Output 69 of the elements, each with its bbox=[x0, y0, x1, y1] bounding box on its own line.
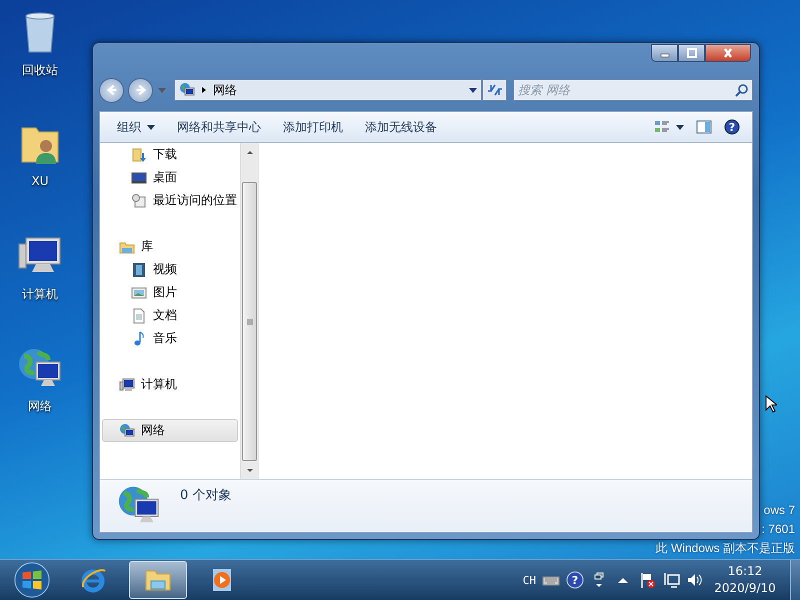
desktop-icon bbox=[131, 170, 147, 186]
forward-arrow-icon bbox=[134, 83, 148, 97]
activation-notice-text: ows 7 bbox=[764, 502, 795, 519]
refresh-button[interactable] bbox=[482, 79, 507, 101]
help-icon[interactable]: ? bbox=[566, 571, 584, 589]
nav-item[interactable]: 下载 bbox=[102, 143, 238, 166]
icon-label[interactable]: 网络 bbox=[28, 398, 52, 415]
icon-label[interactable]: 计算机 bbox=[22, 286, 58, 303]
address-path: 网络 bbox=[213, 82, 238, 98]
toolbar-button[interactable]: 添加无线设备 bbox=[356, 116, 446, 138]
back-arrow-icon bbox=[104, 83, 118, 97]
refresh-icon bbox=[486, 82, 502, 98]
nav-item[interactable]: 桌面 bbox=[102, 166, 238, 189]
language-indicator[interactable]: CH bbox=[522, 574, 536, 586]
taskbar-app[interactable] bbox=[129, 561, 187, 599]
nav-item[interactable]: 最近访问的位置 bbox=[102, 189, 238, 212]
nav-item[interactable]: 库 bbox=[102, 235, 238, 258]
close-icon bbox=[722, 48, 734, 58]
scrollbar[interactable] bbox=[240, 143, 258, 479]
toolbar-button[interactable]: 组织 bbox=[108, 116, 164, 138]
recent-places-icon bbox=[131, 192, 147, 208]
activation-notice-text: : 7601 bbox=[762, 521, 795, 538]
maximize-icon bbox=[686, 48, 698, 58]
minimize-button[interactable] bbox=[651, 44, 678, 62]
nav-item[interactable]: 音乐 bbox=[102, 327, 238, 350]
computer-icon bbox=[119, 376, 135, 392]
close-button[interactable] bbox=[705, 44, 751, 62]
icon-label[interactable]: XU bbox=[31, 174, 48, 188]
icon-label[interactable]: 回收站 bbox=[22, 62, 58, 79]
caret-icon bbox=[676, 124, 684, 130]
document-icon bbox=[131, 308, 147, 324]
clock-time: 16:12 bbox=[728, 563, 762, 580]
toolbar-button[interactable]: 网络和共享中心 bbox=[168, 116, 270, 138]
scroll-down-arrow-icon bbox=[246, 468, 254, 474]
grip-icon bbox=[246, 318, 252, 324]
back-button[interactable] bbox=[99, 78, 124, 102]
maximize-button[interactable] bbox=[678, 44, 705, 62]
nav-item[interactable]: 计算机 bbox=[102, 373, 238, 396]
show-desktop-button[interactable] bbox=[790, 560, 800, 600]
scroll-up-arrow-icon bbox=[246, 148, 254, 154]
globe-monitor-icon bbox=[119, 422, 135, 438]
folder-download-icon bbox=[131, 146, 147, 162]
film-icon bbox=[131, 262, 147, 278]
help-button[interactable]: ? bbox=[720, 117, 744, 137]
address-bar[interactable]: 网络 bbox=[174, 79, 482, 101]
activation-notice-text: 此 Windows 副本不是正版 bbox=[656, 540, 795, 557]
nav-item[interactable]: 图片 bbox=[102, 281, 238, 304]
windows-logo-icon bbox=[13, 561, 51, 599]
forward-button[interactable] bbox=[128, 78, 153, 102]
globe-monitor-icon bbox=[179, 82, 195, 98]
search-field[interactable]: 搜索 网络 bbox=[513, 79, 753, 101]
caret-icon bbox=[157, 86, 167, 94]
nav-item[interactable]: 文档 bbox=[102, 304, 238, 327]
toolbar-button[interactable]: 添加打印机 bbox=[274, 116, 352, 138]
nav-item[interactable]: 网络 bbox=[102, 419, 238, 442]
pane-icon bbox=[696, 119, 712, 135]
item-count: 0 个对象 bbox=[180, 487, 232, 504]
picture-icon bbox=[131, 284, 147, 300]
chevron-icon bbox=[201, 86, 207, 94]
network-icon[interactable] bbox=[662, 571, 680, 589]
help-icon: ? bbox=[724, 119, 740, 135]
view-list-icon bbox=[654, 119, 670, 135]
scroll-thumb[interactable] bbox=[242, 182, 257, 461]
mouse-pointer-icon bbox=[765, 395, 777, 413]
caret-icon bbox=[469, 88, 477, 92]
clock[interactable]: 16:12 2020/9/10 bbox=[710, 563, 780, 597]
clock-date: 2020/9/10 bbox=[714, 580, 776, 597]
nav-item[interactable]: 视频 bbox=[102, 258, 238, 281]
search-icon bbox=[734, 83, 748, 97]
